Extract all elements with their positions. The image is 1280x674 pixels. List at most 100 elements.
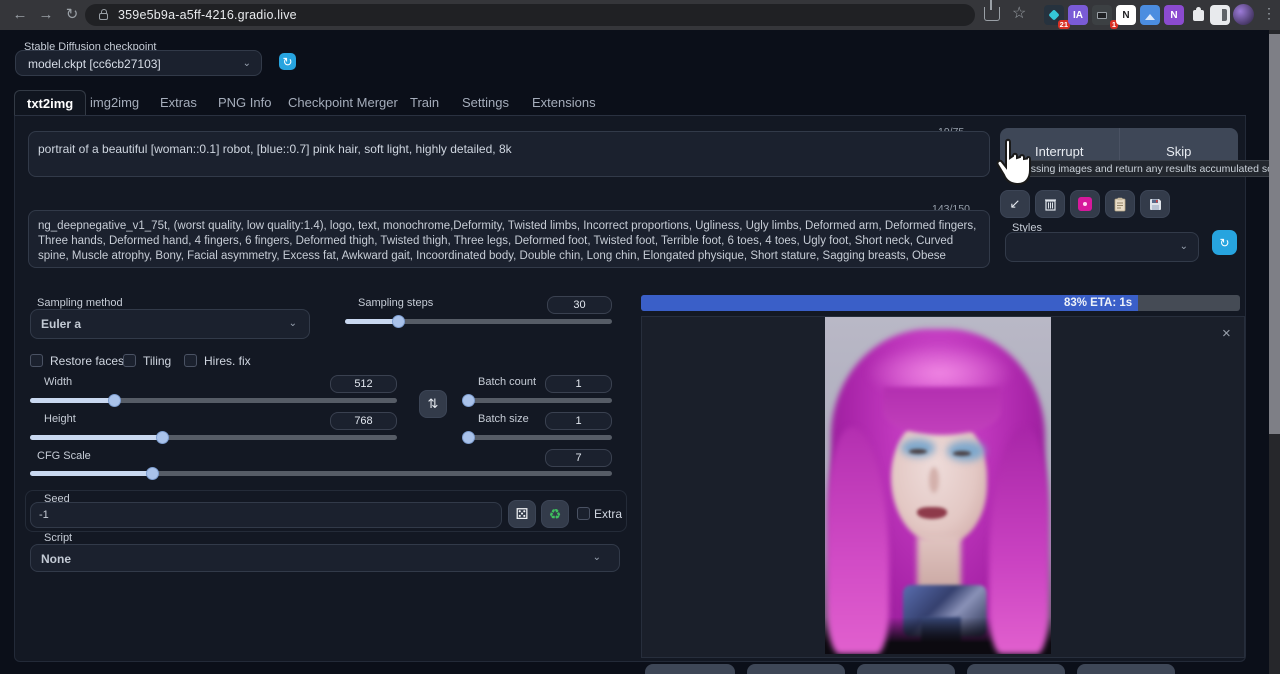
slider-thumb[interactable] xyxy=(462,431,475,444)
seed-input[interactable]: -1 xyxy=(30,502,502,528)
prompt-textarea[interactable]: portrait of a beautiful [woman::0.1] rob… xyxy=(28,131,990,177)
tiling-label: Tiling xyxy=(143,354,171,368)
sidebar-toggle-icon[interactable] xyxy=(1210,5,1230,25)
extra-networks-button[interactable] xyxy=(1070,190,1100,218)
save-style-button[interactable] xyxy=(1140,190,1170,218)
sampling-method-dropdown[interactable]: Euler a ⌄ xyxy=(30,309,310,339)
browser-menu-icon[interactable]: ⋮ xyxy=(1262,5,1276,22)
tiling-checkbox[interactable] xyxy=(123,354,136,367)
browser-toolbar: ← → ↻ 359e5b9a-a5ff-4216.gradio.live ☆ 2… xyxy=(0,0,1280,30)
sampling-steps-label: Sampling steps xyxy=(358,297,433,309)
trash-icon xyxy=(1044,197,1057,211)
share-icon[interactable] xyxy=(984,7,1000,21)
tab-extras[interactable]: Extras xyxy=(160,90,197,116)
negative-prompt-textarea[interactable]: ng_deepnegative_v1_75t, (worst quality, … xyxy=(28,210,990,268)
ext-pin-icon[interactable]: 21 xyxy=(1044,5,1064,25)
tab-checkpoint-merger[interactable]: Checkpoint Merger xyxy=(288,90,398,116)
browser-forward-icon[interactable]: → xyxy=(34,3,58,27)
cfg-scale-value[interactable]: 7 xyxy=(545,449,612,467)
browser-refresh-icon[interactable]: ↻ xyxy=(60,3,84,27)
chevron-down-icon: ⌄ xyxy=(289,318,297,329)
seed-extra-checkbox[interactable] xyxy=(577,507,590,520)
width-label: Width xyxy=(44,376,72,388)
send-to-inpaint-button[interactable] xyxy=(967,664,1065,674)
floppy-save-icon xyxy=(1149,198,1162,211)
prompt-text: portrait of a beautiful [woman::0.1] rob… xyxy=(38,142,980,156)
generated-image[interactable] xyxy=(825,317,1051,654)
browser-back-icon[interactable]: ← xyxy=(8,3,32,27)
tab-txt2img[interactable]: txt2img xyxy=(14,90,86,116)
paste-params-button[interactable]: ↙ xyxy=(1000,190,1030,218)
tooltip-text: Stop processing images and return any re… xyxy=(1005,163,1280,175)
batch-count-value[interactable]: 1 xyxy=(545,375,612,393)
clipboard-icon xyxy=(1114,197,1126,212)
tab-train[interactable]: Train xyxy=(410,90,439,116)
send-to-extras-button[interactable] xyxy=(1077,664,1175,674)
profile-avatar[interactable] xyxy=(1233,4,1254,25)
sampling-steps-value[interactable]: 30 xyxy=(547,296,612,314)
height-slider[interactable] xyxy=(30,435,397,440)
swap-arrows-icon: ⇅ xyxy=(428,396,439,412)
slider-thumb[interactable] xyxy=(108,394,121,407)
save-button[interactable] xyxy=(645,664,735,674)
seed-value: -1 xyxy=(39,509,49,521)
checkpoint-value: model.ckpt [cc6cb27103] xyxy=(28,57,161,71)
batch-size-slider[interactable] xyxy=(468,435,612,440)
height-value[interactable]: 768 xyxy=(330,412,397,430)
tab-settings[interactable]: Settings xyxy=(462,90,509,116)
width-slider[interactable] xyxy=(30,398,397,403)
restore-faces-label: Restore faces xyxy=(50,354,124,368)
address-bar[interactable]: 359e5b9a-a5ff-4216.gradio.live xyxy=(85,4,975,26)
slider-thumb[interactable] xyxy=(156,431,169,444)
slider-thumb[interactable] xyxy=(462,394,475,407)
checkpoint-dropdown[interactable]: model.ckpt [cc6cb27103] ⌄ xyxy=(15,50,262,76)
height-label: Height xyxy=(44,413,76,425)
styles-refresh-button[interactable]: ↻ xyxy=(1212,230,1237,255)
progress-bar: 83% ETA: 1s xyxy=(641,295,1240,311)
sampling-method-label: Sampling method xyxy=(37,297,123,309)
page-scrollbar-thumb[interactable] xyxy=(1269,34,1280,434)
slider-thumb[interactable] xyxy=(392,315,405,328)
ext-ia-icon[interactable]: IA xyxy=(1068,5,1088,25)
script-value: None xyxy=(41,552,71,566)
apply-style-button[interactable] xyxy=(1105,190,1135,218)
batch-count-slider[interactable] xyxy=(468,398,612,403)
save-zip-button[interactable] xyxy=(747,664,845,674)
script-dropdown[interactable]: None ⌄ xyxy=(30,544,620,572)
swap-dimensions-button[interactable]: ⇅ xyxy=(419,390,447,418)
sampling-steps-slider[interactable] xyxy=(345,319,612,324)
send-to-img2img-button[interactable] xyxy=(857,664,955,674)
width-value[interactable]: 512 xyxy=(330,375,397,393)
chevron-down-icon: ⌄ xyxy=(593,552,601,563)
tab-extensions[interactable]: Extensions xyxy=(532,90,596,116)
seed-extra-label: Extra xyxy=(594,507,622,521)
sampling-method-value: Euler a xyxy=(41,317,81,331)
dice-icon: ⚄ xyxy=(515,505,528,523)
extra-networks-icon xyxy=(1078,197,1092,211)
checkpoint-refresh-button[interactable]: ↻ xyxy=(279,53,296,70)
tab-img2img[interactable]: img2img xyxy=(90,90,139,116)
clear-prompt-button[interactable] xyxy=(1035,190,1065,218)
ext-capture-icon[interactable]: 1 xyxy=(1092,5,1112,25)
stable-diffusion-webui: ← → ↻ 359e5b9a-a5ff-4216.gradio.live ☆ 2… xyxy=(0,0,1280,674)
progress-text: 83% ETA: 1s xyxy=(1064,297,1132,309)
batch-count-label: Batch count xyxy=(478,376,536,388)
ext-image-icon[interactable] xyxy=(1140,5,1160,25)
hires-fix-checkbox[interactable] xyxy=(184,354,197,367)
random-seed-button[interactable]: ⚄ xyxy=(508,500,536,528)
close-preview-icon[interactable]: × xyxy=(1222,326,1231,341)
tab-png-info[interactable]: PNG Info xyxy=(218,90,271,116)
ext-onenote-icon[interactable]: N xyxy=(1164,5,1184,25)
slider-thumb[interactable] xyxy=(146,467,159,480)
ext-notion-icon[interactable]: N xyxy=(1116,5,1136,25)
negative-prompt-text: ng_deepnegative_v1_75t, (worst quality, … xyxy=(38,219,981,265)
bookmark-star-icon[interactable]: ☆ xyxy=(1012,3,1026,23)
extensions-puzzle-icon[interactable] xyxy=(1188,5,1208,25)
reuse-seed-button[interactable]: ♻ xyxy=(541,500,569,528)
lock-icon xyxy=(99,13,108,20)
restore-faces-checkbox[interactable] xyxy=(30,354,43,367)
cfg-scale-slider[interactable] xyxy=(30,471,612,476)
chevron-down-icon: ⌄ xyxy=(243,58,251,69)
styles-dropdown[interactable]: ⌄ xyxy=(1005,232,1199,262)
batch-size-value[interactable]: 1 xyxy=(545,412,612,430)
